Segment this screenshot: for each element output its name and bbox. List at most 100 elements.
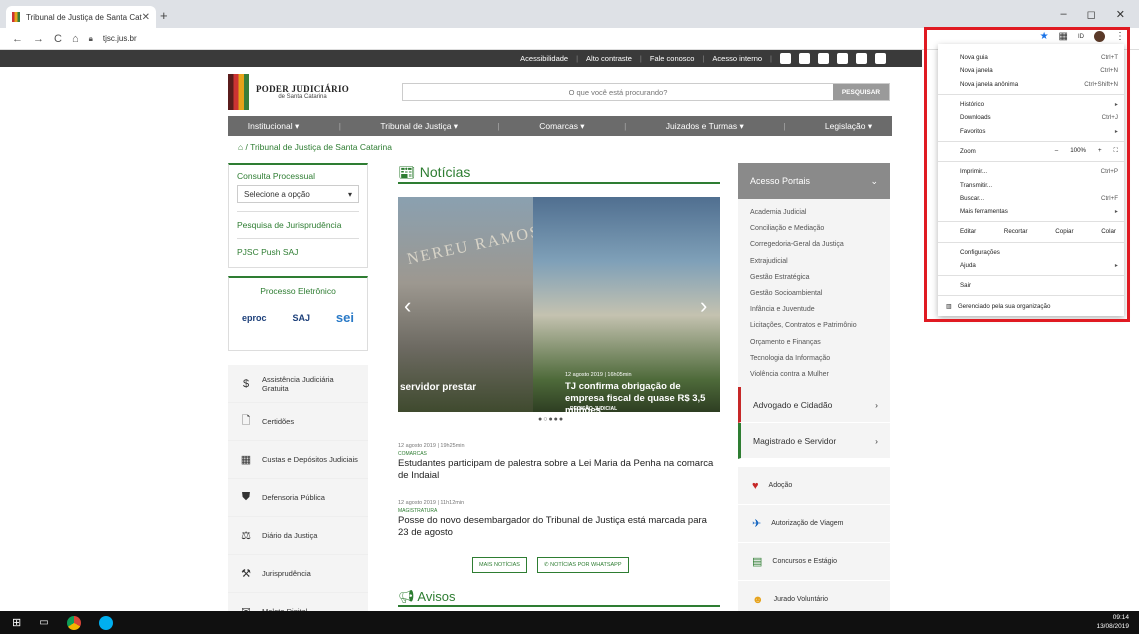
contact-link[interactable]: Fale conosco (650, 54, 695, 63)
consulta-select[interactable]: Selecione a opção ▾ (237, 185, 359, 203)
back-icon[interactable]: ← (12, 33, 23, 45)
breadcrumb-link[interactable]: Tribunal de Justiça de Santa Catarina (250, 142, 392, 152)
service-defensoria[interactable]: ⛊ Defensoria Pública (228, 479, 368, 517)
portal-link[interactable]: Academia Judicial (750, 205, 890, 221)
jurisprudencia-link[interactable]: Pesquisa de Jurisprudência (237, 211, 359, 238)
url-field[interactable]: tjsc.jus.br (103, 34, 137, 43)
home-icon[interactable]: ⌂ (72, 33, 79, 45)
task-view-icon[interactable]: ▭ (39, 617, 48, 628)
select-value: Selecione a opção (244, 189, 310, 199)
forward-icon[interactable]: → (33, 33, 44, 45)
minimize-icon[interactable]: – (1061, 8, 1067, 21)
gavel-icon: ⚒ (241, 568, 251, 580)
news-slider[interactable]: NEREU RAMOS DECISÃO JUDICIAL ‹ › servido… (398, 197, 720, 412)
accessibility-link[interactable]: Acessibilidade (520, 54, 568, 63)
service-label: Concursos e Estágio (772, 558, 837, 566)
portal-link[interactable]: Corregedoria-Geral da Justiça (750, 237, 890, 253)
category-label: Magistrado e Servidor (753, 435, 837, 446)
portal-link[interactable]: Licitações, Contratos e Patrimônio (750, 318, 890, 334)
consulta-box: Consulta Processual Selecione a opção ▾ P… (228, 163, 368, 268)
nav-tribunal[interactable]: Tribunal de Justiça ▾ (380, 121, 458, 132)
chrome-taskbar-icon[interactable] (66, 615, 81, 630)
lock-icon[interactable]: 🔒︎ (89, 34, 93, 44)
calculator-icon: ▦ (240, 454, 252, 466)
news-item[interactable]: 12 agosto 2019 | 11h12min MAGISTRATURA P… (398, 500, 720, 539)
service-jurisprudencia[interactable]: ⚒ Jurisprudência (228, 555, 368, 593)
news-title[interactable]: Posse do novo desembargador do Tribunal … (398, 515, 720, 539)
portal-link[interactable]: Infância e Juventude (750, 302, 890, 318)
high-contrast-link[interactable]: Alto contraste (586, 54, 632, 63)
portal-link[interactable]: Violência contra a Mulher (750, 367, 890, 383)
facebook-icon[interactable] (799, 53, 810, 64)
internal-access-link[interactable]: Acesso interno (712, 54, 762, 63)
saj-logo[interactable]: SAJ (292, 313, 310, 323)
new-tab-button[interactable]: + (160, 8, 168, 23)
category-magistrado[interactable]: Magistrado e Servidor › (738, 423, 890, 460)
portals-list: Academia Judicial Conciliação e Mediação… (738, 199, 890, 388)
service-adocao[interactable]: ♥ Adoção (738, 467, 890, 506)
news-date: 12 agosto 2019 | 11h12min (398, 500, 465, 506)
acesso-portais-header[interactable]: Acesso Portais ⌄ (738, 163, 890, 199)
portal-link[interactable]: Orçamento e Finanças (750, 335, 890, 351)
twitter-icon[interactable] (818, 53, 829, 64)
whatsapp-news-button[interactable]: ✆ NOTÍCIAS POR WHATSAPP (536, 557, 629, 573)
chevron-right-icon: › (875, 435, 878, 446)
browser-tab[interactable]: Tribunal de Justiça de Santa Catar ✕ (6, 6, 156, 28)
close-window-icon[interactable]: ✕ (1116, 8, 1125, 21)
close-tab-icon[interactable]: ✕ (142, 12, 150, 23)
windows-start-icon[interactable]: ⊞ (12, 616, 21, 629)
nav-comarcas[interactable]: Comarcas ▾ (539, 121, 584, 132)
news-item[interactable]: 12 agosto 2019 | 19h25min COMARCAS Estud… (398, 443, 720, 482)
document-icon: 🗋 (241, 415, 251, 427)
reload-icon[interactable]: C (54, 33, 62, 45)
push-saj-link[interactable]: PJSC Push SAJ (237, 238, 359, 261)
category-advogado[interactable]: Advogado e Cidadão › (738, 387, 890, 424)
service-diario[interactable]: ⚖ Diário da Justiça (228, 517, 368, 555)
nav-legislacao[interactable]: Legislação ▾ (825, 121, 872, 132)
nav-juizados[interactable]: Juizados e Turmas ▾ (666, 121, 744, 132)
service-label: Jurado Voluntário (773, 596, 829, 604)
service-autorizacao[interactable]: ✈ Autorização de Viagem (738, 505, 890, 544)
service-concursos[interactable]: ▤ Concursos e Estágio (738, 543, 890, 582)
service-label: Adoção (768, 482, 793, 490)
site-logo[interactable]: PODER JUDICIÁRIO de Santa Catarina (228, 74, 349, 110)
portal-link[interactable]: Gestão Socioambiental (750, 286, 890, 302)
service-label: Certidões (262, 417, 295, 426)
right-column: Acesso Portais ⌄ Academia Judicial Concil… (738, 163, 890, 620)
sei-logo[interactable]: sei (336, 310, 354, 325)
slide-caption[interactable]: TJ confirma obrigação de empresa fiscal … (565, 381, 715, 412)
portal-link[interactable]: Extrajudicial (750, 254, 890, 270)
whatsapp-icon[interactable] (875, 53, 886, 64)
plane-icon: ✈ (752, 518, 762, 531)
site-search: PESQUISAR (402, 83, 890, 101)
service-certidoes[interactable]: 🗋 Certidões (228, 403, 368, 441)
more-news-button[interactable]: MAIS NOTÍCIAS (472, 557, 527, 573)
flickr-icon[interactable] (837, 53, 848, 64)
maximize-icon[interactable]: ◻ (1087, 8, 1096, 21)
slider-prev-icon[interactable]: ‹ (404, 293, 411, 319)
service-custas[interactable]: ▦ Custas e Depósitos Judiciais (228, 441, 368, 479)
search-input[interactable] (403, 84, 833, 100)
news-title[interactable]: Estudantes participam de palestra sobre … (398, 458, 720, 482)
skype-taskbar-icon[interactable] (98, 615, 113, 630)
shield-icon: ⛊ (241, 491, 251, 503)
search-button[interactable]: PESQUISAR (833, 84, 889, 100)
home-icon[interactable]: ⌂ (238, 142, 243, 152)
portal-link[interactable]: Tecnologia da Informação (750, 351, 890, 367)
instagram-icon[interactable] (780, 53, 791, 64)
people-icon: ☻ (752, 593, 764, 606)
news-header: 📰︎ Notícias (398, 162, 720, 184)
eproc-logo[interactable]: eproc (242, 313, 267, 323)
window-controls: – ◻ ✕ (1061, 8, 1125, 21)
youtube-icon[interactable] (856, 53, 867, 64)
slider-next-icon[interactable]: › (700, 293, 707, 319)
taskbar-clock[interactable]: 09:14 13/08/2019 (1096, 613, 1129, 631)
portal-link[interactable]: Gestão Estratégica (750, 270, 890, 286)
service-assistencia[interactable]: $ Assistência Judiciária Gratuita (228, 365, 368, 403)
portal-link[interactable]: Conciliação e Mediação (750, 221, 890, 237)
processo-eletronico-box: Processo Eletrônico eproc SAJ sei (228, 276, 368, 351)
slider-dots[interactable]: ●○●●● (538, 416, 564, 423)
nav-institucional[interactable]: Institucional ▾ (248, 121, 300, 132)
slide-caption: servidor prestar (400, 382, 477, 393)
portais-title: Acesso Portais (750, 176, 811, 186)
